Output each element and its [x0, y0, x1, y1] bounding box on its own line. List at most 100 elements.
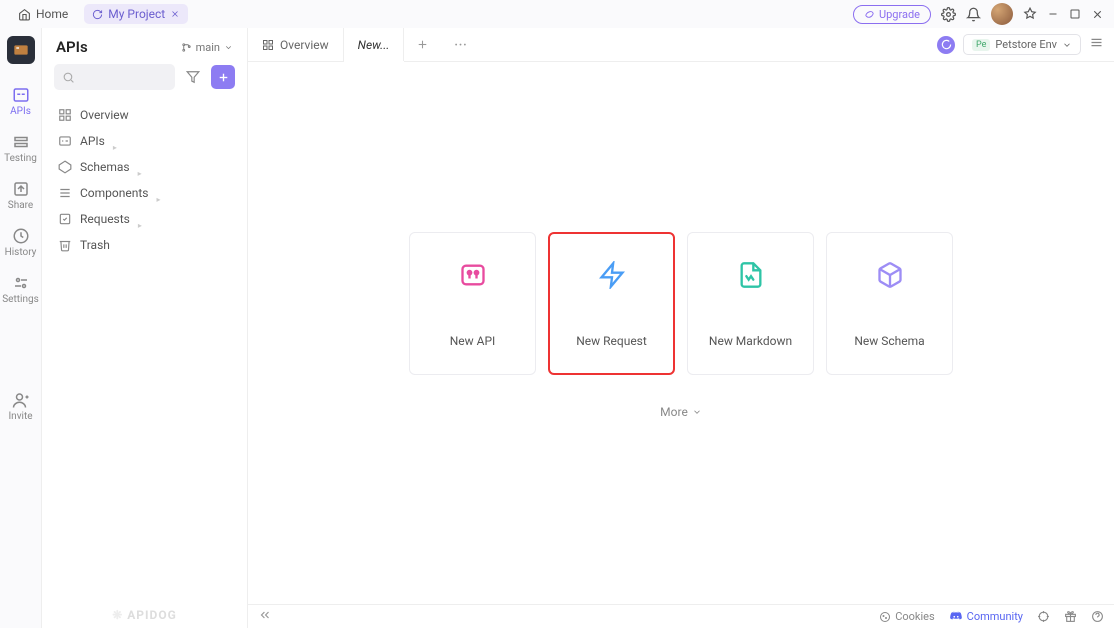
tab-overview[interactable]: Overview	[248, 28, 344, 61]
maximize-window-button[interactable]	[1069, 8, 1081, 20]
tree-requests[interactable]: Requests	[42, 206, 247, 232]
rail-history[interactable]: History	[0, 221, 41, 264]
settings-gear-button[interactable]	[941, 7, 956, 22]
plus-icon	[416, 38, 429, 51]
refresh-icon	[941, 39, 952, 50]
community-link[interactable]: Community	[949, 610, 1023, 624]
tree-overview[interactable]: Overview	[42, 102, 247, 128]
card-new-schema[interactable]: New Schema	[826, 232, 953, 375]
project-name: My Project	[108, 7, 165, 21]
rail-apis[interactable]: APIs	[0, 80, 41, 123]
home-label: Home	[36, 7, 68, 21]
card-new-api[interactable]: New API	[409, 232, 536, 375]
tab-new-label: New...	[358, 38, 390, 52]
chevron-down-icon	[1062, 40, 1072, 50]
rail-settings[interactable]: Settings	[0, 268, 41, 311]
filter-button[interactable]	[181, 65, 205, 89]
environment-selector[interactable]: Pe Petstore Env	[963, 34, 1081, 55]
tree-requests-label: Requests	[80, 212, 130, 226]
sidebar-add-button[interactable]	[211, 65, 235, 89]
more-label: More	[660, 405, 688, 419]
expand-icon	[157, 191, 161, 195]
menu-icon	[1089, 35, 1104, 50]
new-schema-icon	[876, 260, 904, 290]
more-horizontal-icon	[453, 37, 468, 52]
rail-testing[interactable]: Testing	[0, 127, 41, 170]
pin-icon	[1023, 7, 1037, 21]
requests-icon	[58, 212, 72, 226]
card-new-request-label: New Request	[576, 334, 647, 348]
notifications-button[interactable]	[966, 7, 981, 22]
feedback-button[interactable]	[1037, 610, 1050, 623]
filter-icon	[186, 70, 200, 84]
tree-apis[interactable]: APIs	[42, 128, 247, 154]
more-options-link[interactable]: More	[660, 405, 702, 419]
expand-icon	[113, 139, 117, 143]
brand-watermark: ❋ APIDOG	[42, 608, 247, 622]
branch-selector[interactable]: main	[181, 41, 233, 54]
apis-icon	[12, 86, 30, 104]
refresh-icon	[92, 9, 103, 20]
new-markdown-icon	[737, 260, 765, 290]
tree-apis-label: APIs	[80, 134, 105, 148]
tree-trash-label: Trash	[80, 238, 110, 252]
trash-icon	[58, 238, 72, 252]
rail-invite-label: Invite	[8, 411, 32, 422]
bell-icon	[966, 7, 981, 22]
card-new-request[interactable]: New Request	[548, 232, 675, 375]
rocket-icon	[864, 9, 875, 20]
collapse-sidebar-button[interactable]	[258, 608, 272, 625]
rail-share[interactable]: Share	[0, 174, 41, 217]
env-icon-button[interactable]	[937, 36, 955, 54]
sidebar-search[interactable]	[54, 64, 175, 90]
pin-button[interactable]	[1023, 7, 1037, 21]
tab-new[interactable]: New...	[344, 28, 405, 61]
home-link[interactable]: Home	[10, 4, 76, 24]
expand-icon	[138, 165, 142, 169]
card-new-markdown[interactable]: New Markdown	[687, 232, 814, 375]
minimize-window-button[interactable]	[1047, 8, 1059, 20]
tree-schemas-label: Schemas	[80, 160, 130, 174]
project-tab[interactable]: My Project	[84, 4, 188, 24]
app-logo	[7, 36, 35, 64]
tree-components-label: Components	[80, 186, 149, 200]
rail-apis-label: APIs	[10, 106, 31, 117]
left-rail: APIs Testing Share History Settings Invi…	[0, 28, 42, 628]
chevron-down-icon	[692, 407, 702, 417]
branch-name: main	[196, 41, 220, 54]
env-settings-button[interactable]	[1089, 35, 1104, 54]
gift-icon	[1064, 610, 1077, 623]
user-avatar[interactable]	[991, 3, 1013, 25]
rail-settings-label: Settings	[2, 294, 39, 305]
gear-icon	[941, 7, 956, 22]
search-icon	[62, 71, 75, 84]
branch-icon	[181, 42, 192, 53]
cookies-link[interactable]: Cookies	[879, 610, 934, 623]
apis-tree-icon	[58, 134, 72, 148]
community-label: Community	[967, 610, 1023, 623]
help-button[interactable]	[1091, 610, 1104, 623]
tree-components[interactable]: Components	[42, 180, 247, 206]
tree-schemas[interactable]: Schemas	[42, 154, 247, 180]
gift-button[interactable]	[1064, 610, 1077, 623]
tab-add-button[interactable]	[404, 28, 441, 61]
share-icon	[12, 180, 30, 198]
rail-history-label: History	[5, 247, 37, 258]
crosshair-icon	[1037, 610, 1050, 623]
rail-invite[interactable]: Invite	[0, 385, 41, 428]
overview-tab-icon	[262, 39, 274, 51]
collapse-icon	[258, 608, 272, 622]
rail-share-label: Share	[8, 200, 33, 211]
components-icon	[58, 186, 72, 200]
testing-icon	[12, 133, 30, 151]
tree-trash[interactable]: Trash	[42, 232, 247, 258]
tab-more-button[interactable]	[441, 28, 480, 61]
home-icon	[18, 8, 31, 21]
plus-icon	[217, 71, 230, 84]
close-window-button[interactable]	[1091, 8, 1104, 21]
close-icon[interactable]	[170, 9, 180, 19]
tree-overview-label: Overview	[80, 108, 129, 122]
upgrade-button[interactable]: Upgrade	[853, 5, 931, 24]
sidebar: APIs main Overview	[42, 28, 248, 628]
invite-icon	[12, 391, 30, 409]
